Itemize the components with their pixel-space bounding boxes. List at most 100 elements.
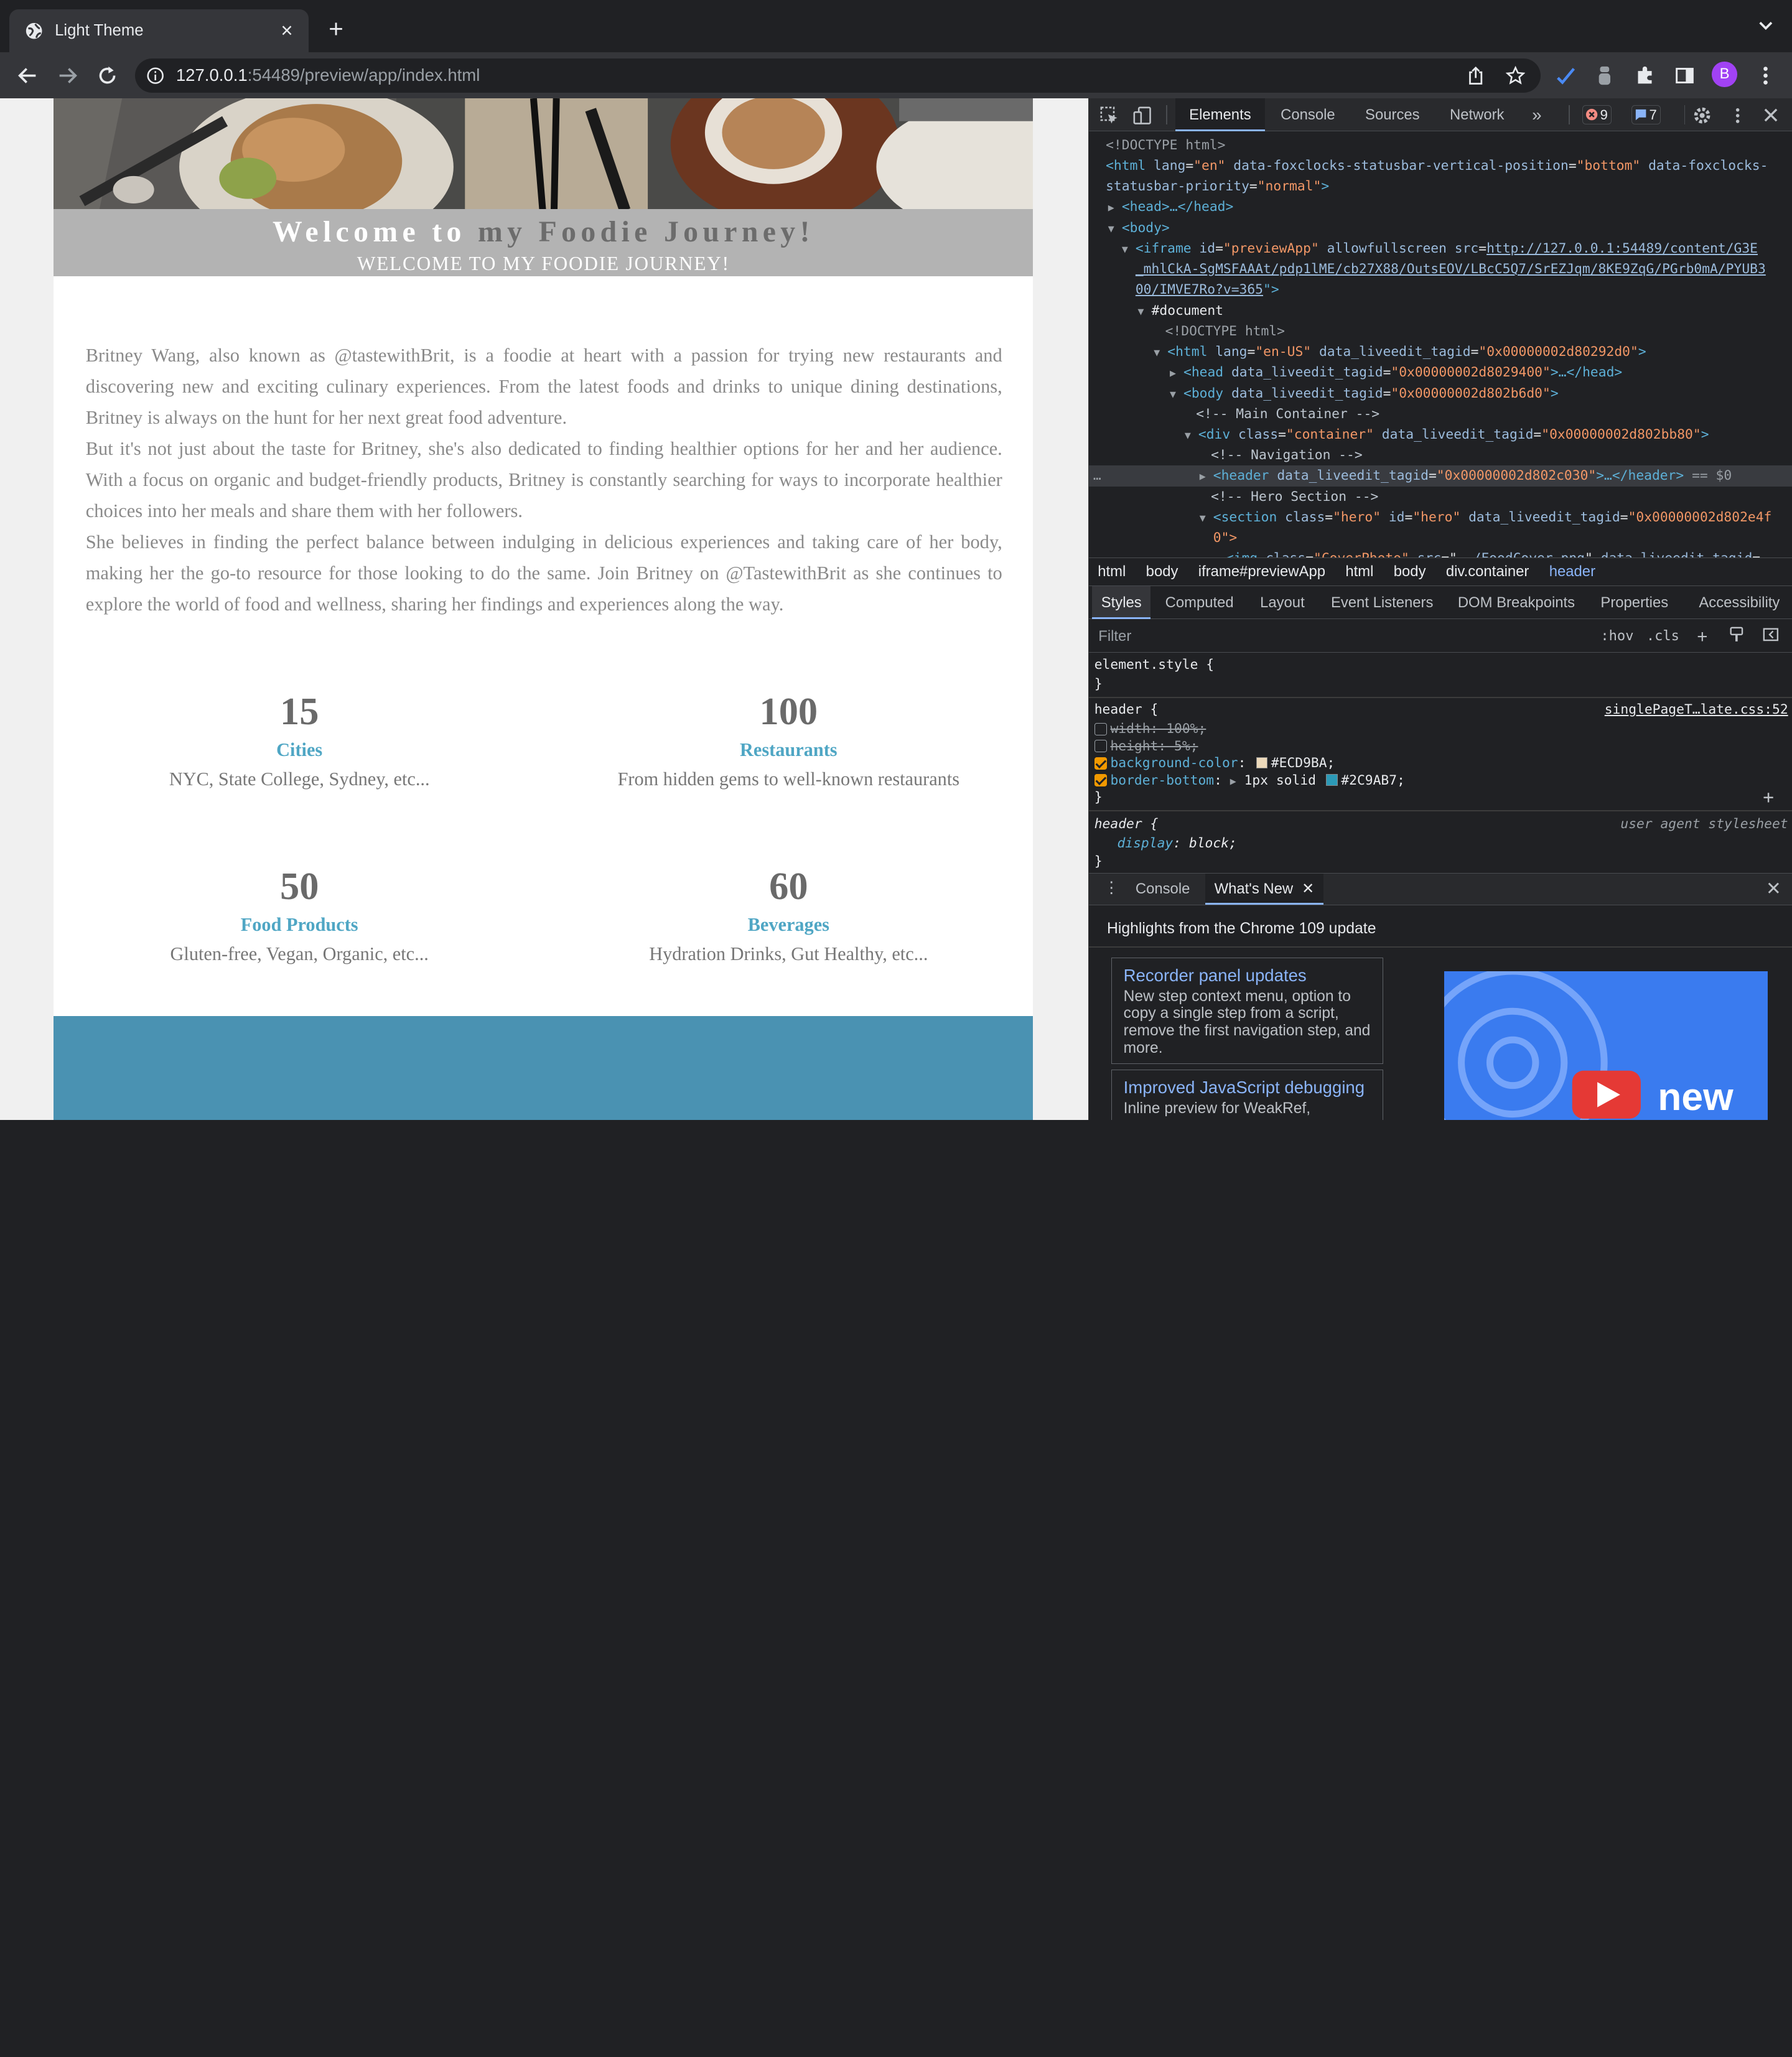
new-style-rule-icon[interactable]: + bbox=[1692, 627, 1712, 647]
errors-badge[interactable]: 9 bbox=[1582, 105, 1612, 125]
dom-node-html[interactable]: ▼ <html lang="en-US" data_liveedit_tagid=… bbox=[1089, 342, 1792, 362]
feature-card[interactable]: Recorder panel updates New step context … bbox=[1111, 958, 1384, 1064]
expand-triangle-icon[interactable]: ▶ bbox=[1230, 775, 1236, 787]
video-promo-thumbnail[interactable]: new bbox=[1444, 971, 1768, 1120]
dom-node-header-selected[interactable]: … ▶ <header data_liveedit_tagid="0x0000000… bbox=[1088, 465, 1792, 487]
new-tab-button[interactable]: + bbox=[324, 16, 348, 41]
dom-node-head[interactable]: ▶ <head data_liveedit_tagid="0x00000002d8… bbox=[1089, 362, 1792, 383]
close-devtools-button[interactable] bbox=[1761, 105, 1781, 126]
tab-console[interactable]: Console bbox=[1281, 98, 1335, 131]
declaration-checkbox[interactable] bbox=[1094, 722, 1107, 735]
dom-node-document[interactable]: ▼ #document bbox=[1089, 301, 1792, 321]
feature-card[interactable]: Improved JavaScript debugging Inline pre… bbox=[1111, 1070, 1384, 1120]
dom-node-cont[interactable]: 00/IMVE7Ro?v=365"> bbox=[1089, 279, 1792, 300]
subtab-dom-breakpoints[interactable]: DOM Breakpoints bbox=[1458, 586, 1575, 619]
breadcrumb-item[interactable]: body bbox=[1394, 563, 1426, 580]
src-link[interactable]: ../FoodCover.png bbox=[1457, 551, 1585, 557]
src-link[interactable]: 00/IMVE7Ro?v=365 bbox=[1136, 282, 1263, 297]
class-toggle[interactable]: .cls bbox=[1646, 625, 1679, 648]
declaration-checkbox-checked[interactable] bbox=[1094, 774, 1107, 787]
subtab-event-listeners[interactable]: Event Listeners bbox=[1331, 586, 1433, 619]
dom-node-head[interactable]: ▶ <head>…</head> bbox=[1089, 197, 1792, 217]
toggle-sidebar-icon[interactable] bbox=[1761, 627, 1781, 647]
bookmark-button[interactable] bbox=[1503, 63, 1528, 88]
tab-network[interactable]: Network bbox=[1450, 98, 1505, 131]
element-style-selector[interactable]: element.style { bbox=[1094, 656, 1214, 674]
address-bar[interactable]: 127.0.0.1:54489/preview/app/index.html bbox=[134, 58, 1541, 93]
reload-button[interactable] bbox=[94, 62, 121, 89]
expand-triangle-icon[interactable]: ▶ bbox=[1108, 197, 1122, 218]
src-link[interactable]: _mhlCkA-SgMSFAAAt/pdp1lME/cb27X88/OutsEO… bbox=[1136, 261, 1766, 277]
dom-node-body[interactable]: ▼ <body> bbox=[1089, 218, 1792, 238]
tab-elements[interactable]: Elements bbox=[1175, 98, 1265, 132]
expand-triangle-icon[interactable]: ▶ bbox=[1200, 466, 1213, 487]
back-button[interactable] bbox=[14, 62, 41, 89]
close-tab-icon[interactable]: ✕ bbox=[1302, 880, 1314, 897]
subtab-properties[interactable]: Properties bbox=[1600, 586, 1668, 619]
declaration-checkbox[interactable] bbox=[1094, 740, 1107, 753]
dom-node[interactable]: statusbar-priority="normal"> bbox=[1089, 176, 1792, 197]
devtools-menu-button[interactable] bbox=[1727, 105, 1748, 126]
tab-sources[interactable]: Sources bbox=[1365, 98, 1420, 131]
card-title-link[interactable]: Recorder panel updates bbox=[1124, 965, 1371, 986]
browser-menu-button[interactable] bbox=[1753, 63, 1778, 88]
dom-node-section[interactable]: ▼ <section class="hero" id="hero" data_li… bbox=[1089, 507, 1792, 528]
dom-node[interactable]: <!DOCTYPE html> bbox=[1089, 321, 1792, 342]
color-swatch[interactable] bbox=[1326, 774, 1338, 786]
ua-rule-selector[interactable]: header { bbox=[1094, 815, 1159, 833]
expand-triangle-icon[interactable]: ▶ bbox=[1170, 363, 1183, 383]
breadcrumb-item[interactable]: iframe#previewApp bbox=[1198, 563, 1325, 580]
breadcrumb-item[interactable]: html bbox=[1345, 563, 1373, 580]
subtab-styles[interactable]: Styles bbox=[1092, 586, 1151, 620]
dom-node-cont[interactable]: 0"> bbox=[1089, 528, 1792, 548]
collapse-triangle-icon[interactable]: ▼ bbox=[1185, 425, 1198, 445]
collapse-triangle-icon[interactable]: ▼ bbox=[1108, 218, 1122, 239]
breadcrumb-item[interactable]: body bbox=[1146, 563, 1178, 580]
collapse-triangle-icon[interactable]: ▼ bbox=[1154, 342, 1167, 363]
dom-node[interactable]: <html lang="en" data-foxclocks-statusbar… bbox=[1089, 156, 1792, 176]
profile-avatar[interactable]: B bbox=[1712, 62, 1737, 87]
add-declaration-icon[interactable]: + bbox=[1763, 788, 1774, 806]
collapse-triangle-icon[interactable]: ▼ bbox=[1138, 301, 1152, 322]
declaration-checkbox-checked[interactable] bbox=[1094, 757, 1107, 770]
settings-button[interactable] bbox=[1692, 105, 1712, 126]
dom-node-img[interactable]: <img class="CoverPhoto" src="../FoodCove… bbox=[1089, 548, 1792, 557]
hover-state-toggle[interactable]: :hov bbox=[1600, 625, 1633, 648]
dom-comment[interactable]: <!-- Main Container --> bbox=[1089, 404, 1792, 424]
styles-filter-input[interactable]: Filter bbox=[1093, 625, 1587, 648]
dom-tree[interactable]: <!DOCTYPE html> <html lang="en" data-fox… bbox=[1088, 133, 1792, 557]
subtab-accessibility[interactable]: Accessibility bbox=[1699, 586, 1780, 619]
color-swatch[interactable] bbox=[1256, 757, 1268, 769]
paint-brush-icon[interactable] bbox=[1726, 627, 1747, 647]
forward-button[interactable] bbox=[54, 62, 81, 89]
breadcrumb-item[interactable]: div.container bbox=[1446, 563, 1529, 580]
extension-gray-button[interactable] bbox=[1592, 63, 1617, 88]
close-drawer-icon[interactable]: ✕ bbox=[1766, 879, 1781, 899]
extension-check-button[interactable] bbox=[1553, 63, 1578, 88]
dom-node-cont[interactable]: _mhlCkA-SgMSFAAAt/pdp1lME/cb27X88/OutsEO… bbox=[1089, 259, 1792, 279]
declaration-width[interactable]: width: 100%; bbox=[1094, 720, 1206, 738]
site-info-icon[interactable] bbox=[146, 67, 164, 85]
card-title-link[interactable]: Improved JavaScript debugging bbox=[1124, 1077, 1371, 1098]
declaration-background-color[interactable]: background-color: #ECD9BA; bbox=[1094, 754, 1335, 772]
declaration-height[interactable]: height: 5%; bbox=[1094, 737, 1198, 755]
side-panel-button[interactable] bbox=[1672, 63, 1697, 88]
device-toolbar-button[interactable] bbox=[1132, 105, 1152, 126]
declaration-border-bottom[interactable]: border-bottom: ▶ 1px solid #2C9AB7; bbox=[1094, 772, 1405, 790]
drawer-menu-icon[interactable]: ⋮ bbox=[1103, 879, 1119, 897]
dom-comment[interactable]: <!-- Navigation --> bbox=[1089, 445, 1792, 465]
header-rule-selector[interactable]: header { bbox=[1094, 701, 1159, 719]
dom-comment[interactable]: <!-- Hero Section --> bbox=[1089, 487, 1792, 507]
inspect-element-button[interactable] bbox=[1099, 105, 1119, 126]
dom-node-iframe[interactable]: ▼ <iframe id="previewApp" allowfullscreen… bbox=[1089, 238, 1792, 259]
tab-search-chevron-icon[interactable] bbox=[1758, 18, 1774, 34]
subtab-layout[interactable]: Layout bbox=[1260, 586, 1305, 619]
dom-node[interactable]: <!DOCTYPE html> bbox=[1089, 135, 1792, 156]
dom-node-container[interactable]: ▼ <div class="container" data_liveedit_ta… bbox=[1089, 424, 1792, 445]
more-tabs-button[interactable]: » bbox=[1532, 98, 1541, 131]
browser-tab-active[interactable]: Light Theme × bbox=[9, 9, 309, 53]
messages-badge[interactable]: 7 bbox=[1631, 105, 1661, 125]
breadcrumb-item-active[interactable]: header bbox=[1549, 563, 1595, 580]
collapse-triangle-icon[interactable]: ▼ bbox=[1200, 508, 1213, 528]
tab-close-button[interactable]: × bbox=[277, 21, 297, 41]
